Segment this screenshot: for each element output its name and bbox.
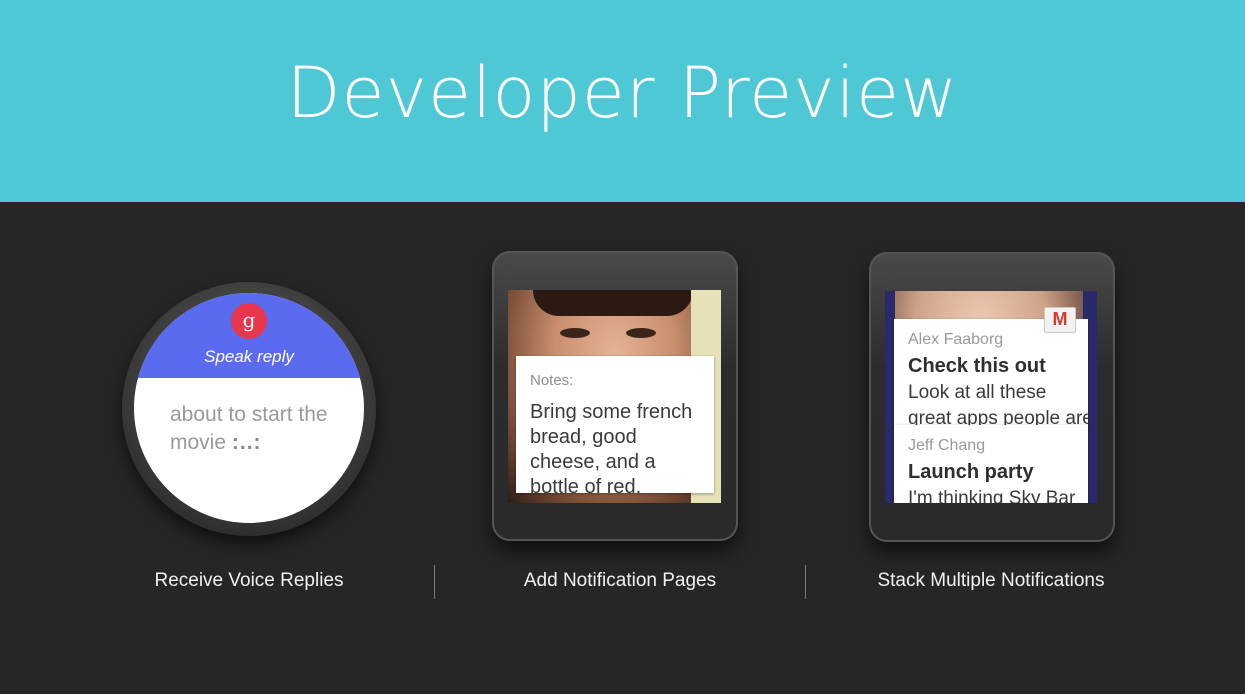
notification-sender: Alex Faaborg: [908, 331, 1004, 348]
caption-stack-notifications: Stack Multiple Notifications: [877, 570, 1105, 591]
notes-body: Bring some french bread, good cheese, an…: [530, 401, 693, 498]
notification-title: Launch party: [908, 461, 1034, 483]
google-icon: g: [231, 303, 267, 339]
reply-transcript: about to start the movie :..:: [170, 401, 350, 457]
notification-card-alex[interactable]: Alex Faaborg Check this out Look at all …: [894, 319, 1088, 429]
notes-label: Notes:: [530, 372, 574, 389]
caption-notification-pages: Add Notification Pages: [523, 570, 717, 591]
notification-body-line: I'm thinking Sky Bar: [908, 488, 1076, 503]
header-banner: Developer Preview: [0, 0, 1245, 202]
caption-voice-replies: Receive Voice Replies: [154, 570, 344, 591]
speak-reply-bar: g Speak reply: [134, 293, 364, 378]
notification-title: Check this out: [908, 355, 1046, 377]
divider: [434, 565, 435, 599]
notification-card-jeff[interactable]: Jeff Chang Launch party I'm thinking Sky…: [894, 425, 1088, 503]
divider: [805, 565, 806, 599]
notes-card[interactable]: Notes: Bring some french bread, good che…: [516, 356, 714, 498]
square-watch-stack-screen: Alex Faaborg Check this out Look at all …: [885, 291, 1097, 503]
square-watch-pages-screen: Notes: Bring some french bread, good che…: [508, 290, 721, 503]
listening-dots: :..:: [231, 431, 262, 454]
notification-body-line: Look at all these: [908, 382, 1047, 403]
speak-reply-label: Speak reply: [204, 347, 294, 366]
page-title: Developer Preview: [286, 52, 959, 134]
notification-sender: Jeff Chang: [908, 437, 986, 454]
gmail-icon: M: [1044, 307, 1076, 333]
round-watch-screen: g Speak reply about to start the movie :…: [134, 293, 364, 523]
